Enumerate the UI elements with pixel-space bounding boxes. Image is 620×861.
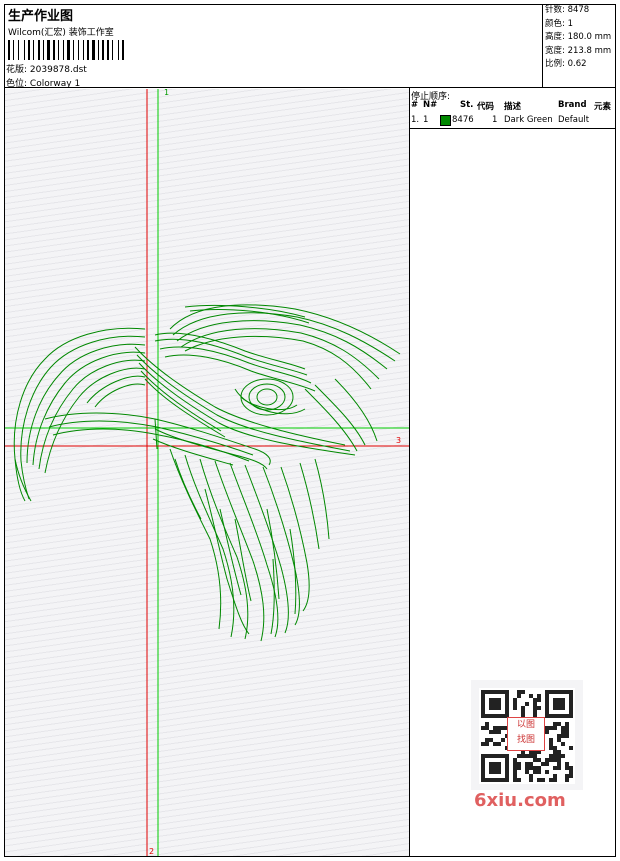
color-swatch [440,115,451,126]
colorway-label: 色位: [6,79,28,89]
watermark: 6xiu.com [474,790,566,811]
qr-logo-line1: 以图 [516,720,535,730]
qr-logo: 以图 找图 [507,717,545,751]
col-brand: Brand [558,100,587,110]
page-title: 生产作业图 [8,9,74,24]
design-file: 2039878.dst [29,65,87,75]
col-description: 描述 [504,102,522,112]
qr-code: 以图 找图 [471,680,583,790]
row-swatch [440,115,451,127]
stitches-stat: 针数: 8478 [545,5,590,15]
design-canvas [5,89,409,856]
row-needle: 1 [423,115,429,125]
row-brand: Default [558,115,590,125]
col-index: # [411,100,419,110]
row-stitches: 8476 [452,115,474,125]
header: 生产作业图 Wilcom(汇宏) 装饰工作室 花版: 2039878.dst 色… [4,4,616,89]
axis-label-1: 1 [164,89,170,97]
colorway-value: Colorway 1 [29,79,81,89]
width-stat: 宽度: 213.8 mm [545,45,612,56]
row-index: 1. [411,115,420,125]
row-description: Dark Green [504,115,553,125]
colors-stat: 颜色: 1 [545,18,573,29]
stats-panel: 针数: 8478 颜色: 1 高度: 180.0 mm 宽度: 213.8 mm… [542,4,616,88]
colorway-line: 色位: Colorway 1 [6,76,80,89]
ratio-stat: 比例: 0.62 [545,59,587,69]
row-code: 1 [492,115,498,125]
eagle-embroidery [13,304,401,642]
design-label: 花版: [6,65,28,75]
row-divider [410,128,615,129]
col-element: 元素 [594,102,612,112]
col-stitches: St. [460,100,474,110]
company-name: Wilcom(汇宏) 装饰工作室 [8,28,114,38]
barcode [8,40,140,60]
axis-label-2: 2 [149,847,155,856]
qr-logo-line2: 找图 [516,735,535,745]
col-code: 代码 [477,102,495,112]
design-file-line: 花版: 2039878.dst [6,62,87,75]
col-needle: N# [423,100,438,110]
height-stat: 高度: 180.0 mm [545,32,612,42]
design-preview: 1 2 3 [5,89,409,856]
axis-label-3: 3 [396,436,402,445]
table-row: 1. 1 8476 1 Dark Green Default [410,115,615,127]
stop-sequence-header: # N# St. 代码 描述 Brand 元素 [410,100,615,113]
